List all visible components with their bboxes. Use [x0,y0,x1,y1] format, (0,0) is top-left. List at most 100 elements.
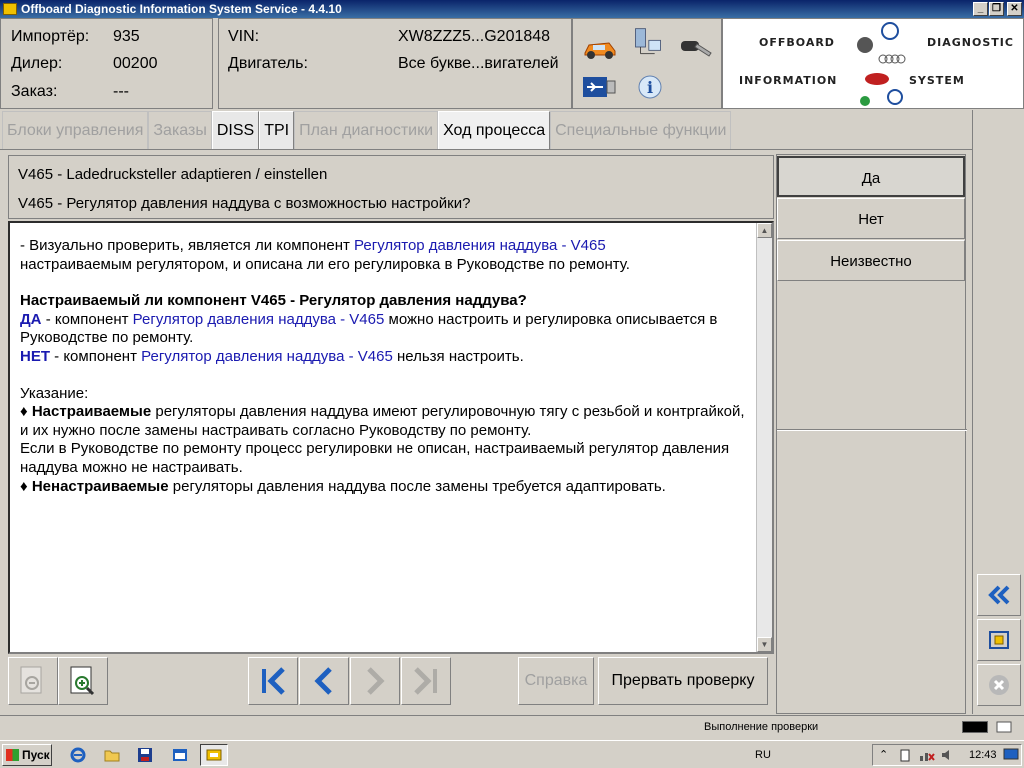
zoom-out-button [8,657,58,705]
collapse-double-left-icon[interactable] [977,574,1021,616]
language-indicator[interactable]: RU [755,749,771,761]
yes-button[interactable]: Да [777,156,965,197]
status-text: Выполнение проверки [704,721,819,733]
logo-offboard: OFFBOARD [759,36,835,49]
scroll-up-icon[interactable]: ▲ [757,223,772,238]
next-step-button [350,657,400,705]
windows-logo-icon [6,749,19,761]
component-link[interactable]: Регулятор давления наддува - V465 [354,237,606,254]
bottom-toolbar: Справка Прервать проверку [0,654,776,714]
no-key: НЕТ [20,347,50,365]
tab-process[interactable]: Ход процесса [438,111,551,149]
key-icon[interactable] [677,31,715,61]
clock[interactable]: 12:43 [969,749,997,761]
importer-value: 935 [113,28,140,45]
vin-label: VIN: [228,28,260,45]
dealer-label: Дилер: [11,55,63,72]
help-button: Справка [518,657,594,705]
svg-text:i: i [647,78,653,97]
first-step-button[interactable] [248,657,298,705]
status-bar: Выполнение проверки [0,715,1024,739]
right-nav-strip [972,110,1024,714]
importer-label: Импортёр: [11,28,90,45]
instruction-line: - Визуально проверить, является ли компо… [20,237,355,254]
volume-icon[interactable] [941,748,955,762]
instruction-text-area[interactable]: - Визуально проверить, является ли компо… [8,221,774,654]
no-text: - компонент [50,347,142,365]
vehicle-info-panel: VIN: XW8ZZZ5...G201848 Двигатель: Все бу… [218,18,572,109]
last-step-button [401,657,451,705]
bullet-icon: ♦ [20,403,32,421]
desktop-icon[interactable] [1003,748,1019,762]
yes-key: ДА [20,310,42,328]
engine-value: Все букве...вигателей [398,55,559,72]
yes-text: - компонент [41,310,133,328]
cancel-x-icon [977,664,1021,706]
zoom-in-button[interactable] [58,657,108,705]
status-indicator [962,721,988,733]
logo-system: SYSTEM [909,74,965,87]
taskbar-app-odis[interactable] [200,744,228,766]
tab-tpi[interactable]: TPI [259,111,295,149]
start-label: Пуск [22,748,50,762]
no-button[interactable]: Нет [777,198,965,239]
previous-step-button[interactable] [299,657,349,705]
test-step-header: V465 - Ladedrucksteller adaptieren / ein… [8,155,774,219]
bullet-icon: ♦ [20,477,32,495]
zoom-in-icon [70,666,95,696]
brand-emblems-icon [857,22,906,106]
title-bar: Offboard Diagnostic Information System S… [0,0,1024,18]
bullet-bold: Ненастраиваемые [31,477,169,495]
start-button[interactable]: Пуск [2,744,52,766]
bullet-text: Если в Руководстве по ремонту процесс ре… [20,440,730,476]
bullet-bold: Настраиваемые [31,403,152,421]
content-scrollbar[interactable]: ▲ ▼ [756,223,772,652]
abort-test-button[interactable]: Прервать проверку [598,657,768,705]
logo-diagnostic: DIAGNOSTIC [927,36,1014,49]
dealer-value: 00200 [113,55,158,72]
info-icon[interactable]: i [631,73,669,103]
car-icon[interactable] [581,33,619,63]
note-label: Указание: [20,384,89,402]
restore-button[interactable]: ❐ [989,2,1004,16]
brand-logo-panel: OFFBOARD DIAGNOSTIC INFORMATION SYSTEM [722,18,1024,109]
tab-orders: Заказы [148,111,212,149]
battery-icon[interactable] [899,748,911,762]
vin-value: XW8ZZZ5...G201848 [398,28,551,45]
zoom-out-icon [20,666,42,694]
dealer-info-panel: Импортёр: 935 Дилер: 00200 Заказ: --- [0,18,213,109]
app-icon [3,3,17,15]
tab-diss[interactable]: DISS [211,111,260,149]
order-value: --- [113,83,129,100]
window-app-icon[interactable] [172,747,188,763]
system-tray: RU ⌃ 12:43 [755,744,1022,766]
test-step-title-de: V465 - Ladedrucksteller adaptieren / ein… [18,166,328,183]
skip-last-icon [414,667,437,695]
monitor-icon [996,721,1012,733]
component-link[interactable]: Регулятор давления наддува - V465 [141,348,393,365]
network-icon[interactable] [629,27,667,57]
instruction-line: настраиваемым регулятором, и описана ли … [20,255,630,273]
save-disk-icon[interactable] [137,747,153,763]
test-step-title-ru: V465 - Регулятор давления наддува с возм… [18,195,471,212]
minimize-button[interactable]: _ [973,2,988,16]
tab-control-units: Блоки управления [2,111,149,149]
scroll-down-icon[interactable]: ▼ [757,637,772,652]
odis-app-icon [206,749,222,761]
taskbar: Пуск RU ⌃ 12:43 [0,740,1024,768]
usb-icon[interactable] [581,73,619,103]
component-link[interactable]: Регулятор давления наддува - V465 [133,311,385,328]
unknown-button[interactable]: Неизвестно [777,240,965,281]
window-frame-icon[interactable] [977,619,1021,661]
network-status-icon[interactable] [919,748,935,762]
tools-icon-panel: i [572,18,722,109]
skip-first-icon [262,667,285,695]
instruction-text: - Визуально проверить, является ли компо… [20,237,750,496]
chevron-right-icon [367,667,385,695]
folder-icon[interactable] [104,747,120,763]
tab-test-plan: План диагностики [294,111,439,149]
internet-explorer-icon[interactable] [70,747,86,763]
close-button[interactable]: ✕ [1007,2,1022,16]
window-title: Offboard Diagnostic Information System S… [21,2,342,16]
tray-expand-icon[interactable]: ⌃ [879,748,888,761]
